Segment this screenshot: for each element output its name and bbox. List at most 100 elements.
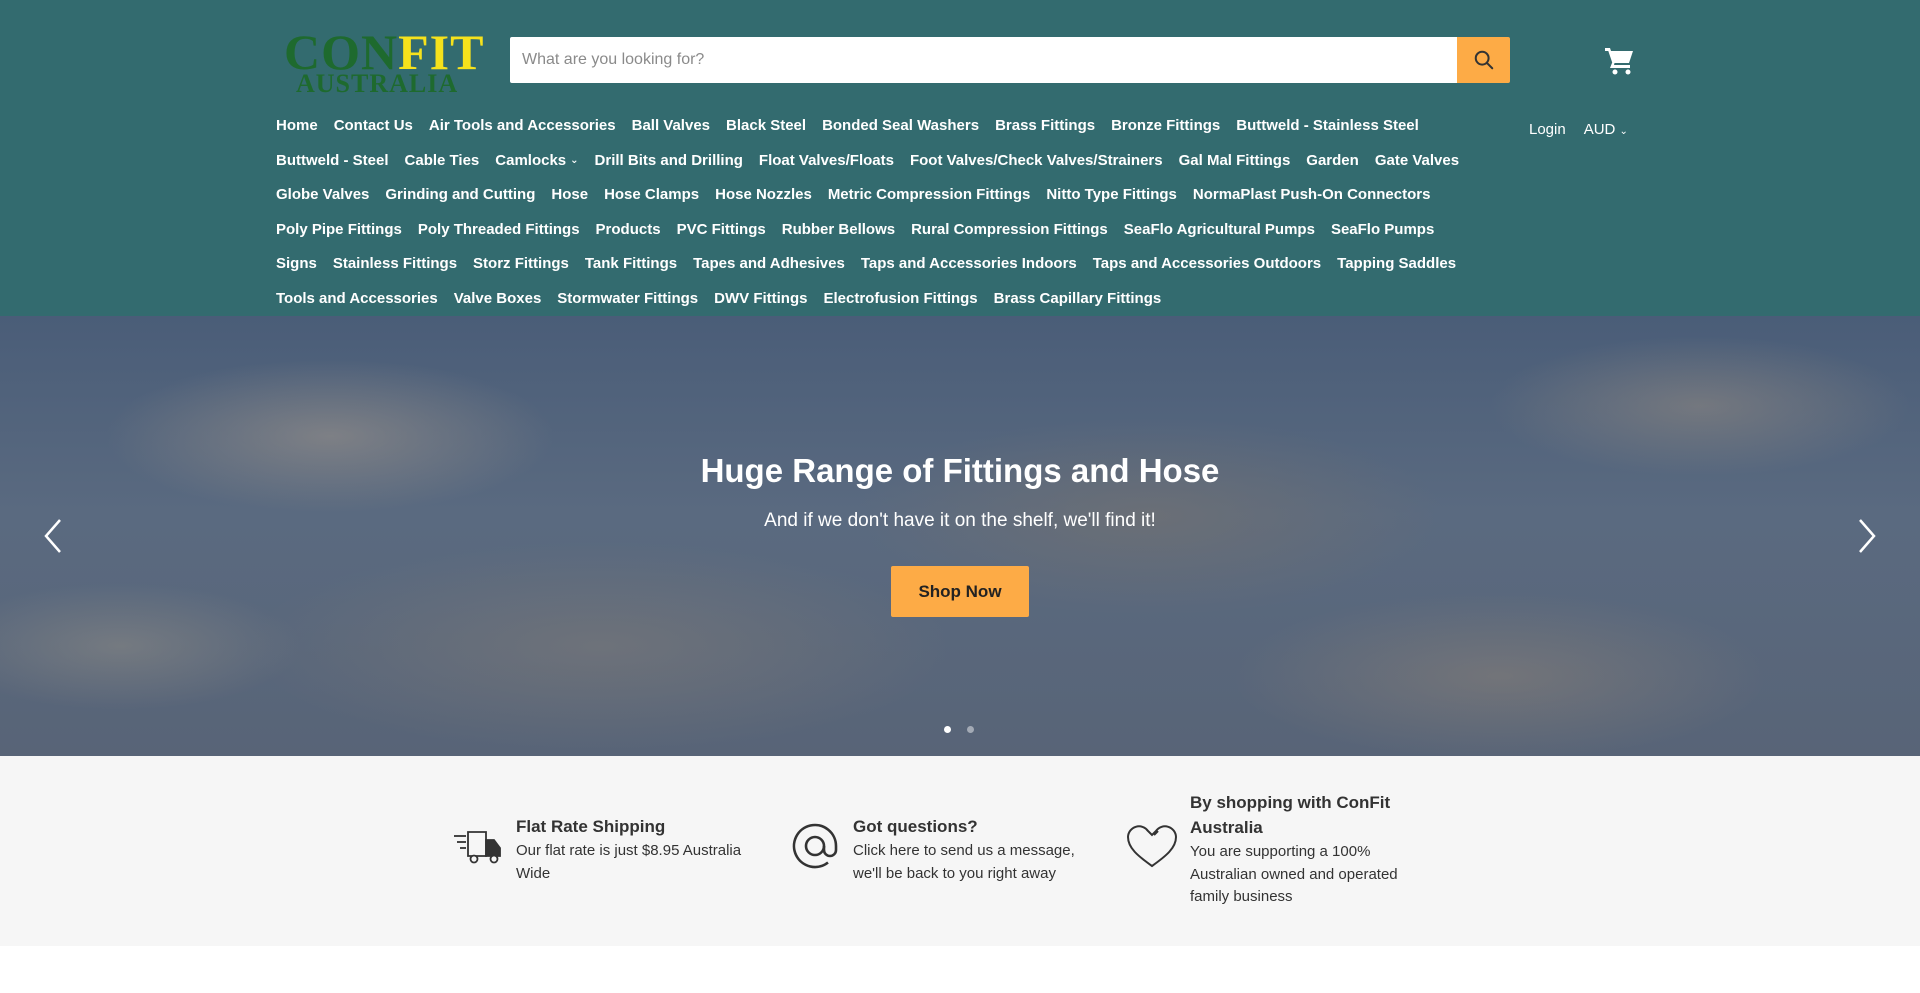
nav-item-hose-nozzles[interactable]: Hose Nozzles: [715, 178, 812, 213]
nav-item-gal-mal-fittings[interactable]: Gal Mal Fittings: [1179, 144, 1291, 179]
hero-title: Huge Range of Fittings and Hose: [700, 452, 1220, 489]
nav-item-camlocks[interactable]: Camlocks ⌄: [495, 144, 578, 179]
nav-item-label: Storz Fittings: [473, 255, 569, 273]
nav-item-globe-valves[interactable]: Globe Valves: [276, 178, 369, 213]
nav-item-label: Buttweld - Steel: [276, 151, 389, 169]
promo-title: By shopping with ConFit Australia: [1190, 793, 1391, 837]
nav-item-tapes-and-adhesives[interactable]: Tapes and Adhesives: [693, 247, 845, 282]
nav-item-hose[interactable]: Hose: [551, 178, 588, 213]
nav-item-metric-compression-fittings[interactable]: Metric Compression Fittings: [828, 178, 1031, 213]
promo-body: Our flat rate is just $8.95 Australia Wi…: [516, 842, 742, 882]
nav-item-buttweld-stainless-steel[interactable]: Buttweld - Stainless Steel: [1236, 109, 1419, 144]
nav-item-seaflo-agricultural-pumps[interactable]: SeaFlo Agricultural Pumps: [1124, 213, 1315, 248]
main-navigation: Home Contact Us Air Tools and Accessories B…: [276, 109, 1500, 317]
login-link[interactable]: Login: [1529, 121, 1566, 138]
slide-dot[interactable]: [944, 726, 951, 733]
nav-item-garden[interactable]: Garden: [1306, 144, 1359, 179]
nav-item-label: Black Steel: [726, 117, 807, 134]
nav-item-dwv-fittings[interactable]: DWV Fittings: [714, 282, 807, 317]
site-logo[interactable]: CONFIT AUSTRALIA: [284, 27, 486, 97]
nav-item-black-steel[interactable]: Black Steel: [726, 109, 806, 144]
nav-item-label: Taps and Accessories Indoors: [860, 255, 1077, 273]
nav-item-signs[interactable]: Signs: [276, 247, 317, 282]
nav-item-brass-fittings[interactable]: Brass Fittings: [995, 109, 1095, 144]
nav-item-contact-us[interactable]: Contact Us: [334, 109, 413, 144]
nav-item-nitto-type-fittings[interactable]: Nitto Type Fittings: [1046, 178, 1177, 213]
nav-item-label: Float Valves/Floats: [758, 151, 894, 169]
nav-item-label: Signs: [276, 255, 317, 273]
nav-item-buttweld-steel[interactable]: Buttweld - Steel: [276, 144, 389, 179]
nav-item-drill-bits-and-drilling[interactable]: Drill Bits and Drilling: [595, 144, 743, 179]
account-links: Login AUD ⌄: [1529, 121, 1628, 138]
shop-now-button[interactable]: Shop Now: [891, 566, 1029, 617]
nav-item-stainless-fittings[interactable]: Stainless Fittings: [333, 247, 457, 282]
nav-item-bronze-fittings[interactable]: Bronze Fittings: [1111, 109, 1220, 144]
nav-item-label: Hose Nozzles: [715, 186, 812, 204]
nav-item-rural-compression-fittings[interactable]: Rural Compression Fittings: [911, 213, 1108, 248]
slide-next-button[interactable]: [1852, 516, 1882, 556]
nav-item-label: Ball Valves: [631, 117, 711, 134]
nav-item-label: Contact Us: [333, 117, 413, 134]
nav-item-storz-fittings[interactable]: Storz Fittings: [473, 247, 569, 282]
nav-item-label: Hose Clamps: [604, 186, 700, 204]
nav-item-label: DWV Fittings: [714, 289, 808, 307]
slide-indicators: [944, 726, 974, 733]
nav-item-stormwater-fittings[interactable]: Stormwater Fittings: [557, 282, 698, 317]
nav-item-label: Poly Pipe Fittings: [276, 220, 402, 238]
nav-item-label: Globe Valves: [276, 186, 370, 204]
nav-item-foot-valves-check-valves-strainers[interactable]: Foot Valves/Check Valves/Strainers: [910, 144, 1163, 179]
nav-item-tapping-saddles[interactable]: Tapping Saddles: [1337, 247, 1456, 282]
nav-item-bonded-seal-washers[interactable]: Bonded Seal Washers: [822, 109, 979, 144]
cart-icon: [1605, 48, 1633, 75]
promo-title: Got questions?: [853, 817, 978, 836]
slide-prev-button[interactable]: [38, 516, 68, 556]
nav-item-label: PVC Fittings: [676, 220, 766, 238]
nav-item-rubber-bellows[interactable]: Rubber Bellows: [782, 213, 895, 248]
promo-body: Click here to send us a message, we'll b…: [853, 842, 1075, 882]
nav-item-label: SeaFlo Pumps: [1330, 220, 1435, 238]
slide-dot[interactable]: [967, 726, 974, 733]
nav-item-ball-valves[interactable]: Ball Valves: [632, 109, 710, 144]
nav-item-valve-boxes[interactable]: Valve Boxes: [454, 282, 542, 317]
promo-shipping[interactable]: Flat Rate Shipping Our flat rate is just…: [450, 814, 746, 885]
nav-item-gate-valves[interactable]: Gate Valves: [1375, 144, 1459, 179]
currency-selector[interactable]: AUD ⌄: [1584, 121, 1628, 138]
nav-item-label: Hose: [551, 186, 589, 204]
nav-item-label: Bonded Seal Washers: [822, 117, 980, 134]
search-input[interactable]: [510, 37, 1457, 83]
nav-item-electrofusion-fittings[interactable]: Electrofusion Fittings: [823, 282, 977, 317]
nav-item-float-valves-floats[interactable]: Float Valves/Floats: [759, 144, 894, 179]
nav-item-brass-capillary-fittings[interactable]: Brass Capillary Fittings: [994, 282, 1162, 317]
nav-item-poly-pipe-fittings[interactable]: Poly Pipe Fittings: [276, 213, 402, 248]
nav-item-taps-and-accessories-outdoors[interactable]: Taps and Accessories Outdoors: [1093, 247, 1321, 282]
nav-item-grinding-and-cutting[interactable]: Grinding and Cutting: [385, 178, 535, 213]
cart-button[interactable]: [1604, 44, 1636, 76]
nav-item-label: Tank Fittings: [584, 255, 678, 273]
nav-item-pvc-fittings[interactable]: PVC Fittings: [677, 213, 766, 248]
nav-item-hose-clamps[interactable]: Hose Clamps: [604, 178, 699, 213]
search-button[interactable]: [1457, 37, 1510, 83]
at-sign-icon: [792, 823, 838, 869]
nav-item-tank-fittings[interactable]: Tank Fittings: [585, 247, 677, 282]
nav-item-poly-threaded-fittings[interactable]: Poly Threaded Fittings: [418, 213, 580, 248]
nav-item-label: Air Tools and Accessories: [428, 117, 616, 134]
nav-item-label: Metric Compression Fittings: [827, 186, 1031, 204]
nav-item-products[interactable]: Products: [596, 213, 661, 248]
hero-subtitle: And if we don't have it on the shelf, we…: [764, 510, 1156, 531]
nav-item-taps-and-accessories-indoors[interactable]: Taps and Accessories Indoors: [861, 247, 1077, 282]
promo-family-business[interactable]: By shopping with ConFit Australia You ar…: [1124, 790, 1420, 909]
nav-item-label: Brass Capillary Fittings: [993, 289, 1162, 307]
nav-item-home[interactable]: Home: [276, 109, 318, 144]
promo-title: Flat Rate Shipping: [516, 817, 666, 836]
promo-body: You are supporting a 100% Australian own…: [1190, 843, 1398, 905]
promo-questions[interactable]: Got questions? Click here to send us a m…: [787, 814, 1083, 885]
nav-item-label: Tapes and Adhesives: [693, 255, 845, 273]
nav-item-tools-and-accessories[interactable]: Tools and Accessories: [276, 282, 438, 317]
nav-item-cable-ties[interactable]: Cable Ties: [405, 144, 480, 179]
promo-strip: Flat Rate Shipping Our flat rate is just…: [0, 756, 1920, 946]
nav-item-air-tools-and-accessories[interactable]: Air Tools and Accessories: [429, 109, 616, 144]
site-header: CONFIT AUSTRALIA Home Contact Us Air Tools…: [0, 0, 1920, 316]
chevron-down-icon: ⌄: [1619, 126, 1628, 137]
nav-item-seaflo-pumps[interactable]: SeaFlo Pumps: [1331, 213, 1434, 248]
nav-item-normaplast-push-on-connectors[interactable]: NormaPlast Push-On Connectors: [1193, 178, 1431, 213]
